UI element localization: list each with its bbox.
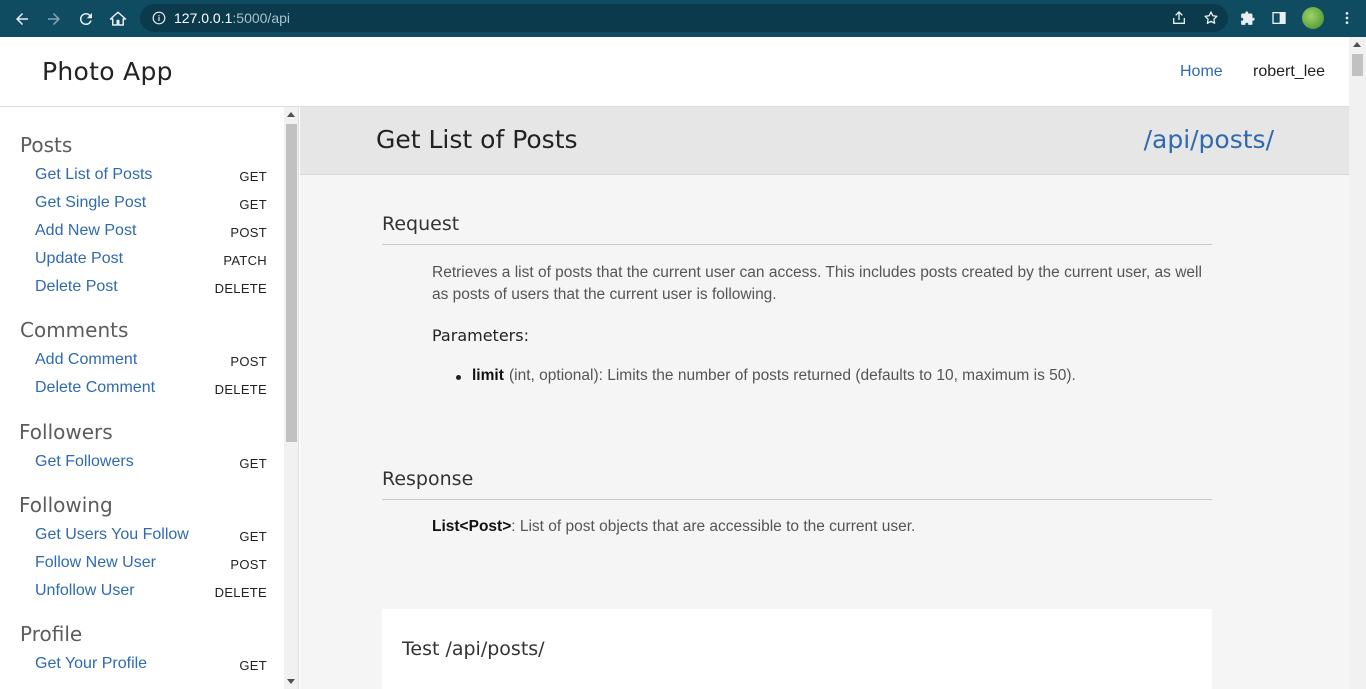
page-scroll-thumb[interactable]: [1352, 54, 1363, 76]
group-title-following: Following: [19, 493, 113, 517]
sidebar-scrollbar[interactable]: [284, 107, 299, 689]
method-label: GET: [239, 169, 267, 184]
brand-logo[interactable]: Photo App: [42, 57, 173, 86]
api-sidebar: Posts Get List of Posts GET Get Single P…: [0, 107, 284, 689]
home-icon: [109, 11, 127, 26]
star-icon: [1204, 11, 1218, 24]
scroll-up-arrow-icon[interactable]: [287, 112, 295, 117]
reload-icon: [79, 12, 92, 25]
sidebar-item-get-your-profile[interactable]: Get Your Profile: [35, 655, 147, 673]
arrow-right-icon: [48, 12, 60, 25]
request-heading: Request: [382, 213, 460, 235]
test-title: Test /api/posts/: [402, 638, 545, 660]
endpoint-panel: Get List of Posts /api/posts/ Request Re…: [300, 107, 1349, 689]
method-label: PATCH: [223, 253, 267, 268]
sidebar-item-follow-new-user[interactable]: Follow New User: [35, 554, 156, 572]
response-divider: [382, 499, 1212, 500]
parameter-description: (int, optional): Limits the number of po…: [509, 367, 1076, 384]
url-path: :5000/api: [232, 10, 290, 26]
share-button[interactable]: [1170, 9, 1188, 27]
share-icon: [1173, 11, 1185, 24]
forward-button[interactable]: [38, 3, 70, 35]
method-label: POST: [230, 225, 267, 240]
puzzle-icon: [1240, 10, 1255, 25]
method-label: GET: [239, 658, 267, 673]
sidebar-item-get-followers[interactable]: Get Followers: [35, 453, 134, 471]
response-type: List<Post>: [432, 518, 512, 535]
method-label: GET: [239, 529, 267, 544]
response-text: : List of post objects that are accessib…: [511, 518, 916, 535]
sidebar-item-delete-post[interactable]: Delete Post: [35, 278, 118, 296]
response-heading: Response: [382, 468, 474, 490]
sidebar-item-update-post[interactable]: Update Post: [35, 250, 123, 268]
arrow-left-icon: [16, 12, 28, 25]
bookmark-button[interactable]: [1202, 9, 1220, 27]
scroll-up-arrow-icon[interactable]: [1353, 42, 1361, 47]
address-bar[interactable]: 127.0.0.1:5000/api: [140, 4, 1228, 32]
browser-toolbar: 127.0.0.1:5000/api: [0, 0, 1366, 37]
side-panel-icon: [1272, 12, 1286, 24]
bullet-icon: [456, 375, 461, 380]
method-label: POST: [230, 557, 267, 572]
sidebar-item-get-users-you-follow[interactable]: Get Users You Follow: [35, 526, 189, 544]
endpoint-title: Get List of Posts: [376, 125, 578, 154]
page-scrollbar[interactable]: [1349, 37, 1366, 689]
scroll-down-arrow-icon[interactable]: [287, 679, 295, 684]
sidebar-item-add-comment[interactable]: Add Comment: [35, 351, 137, 369]
method-label: GET: [239, 456, 267, 471]
group-title-profile: Profile: [20, 622, 83, 646]
request-description: Retrieves a list of posts that the curre…: [432, 264, 1202, 303]
group-title-comments: Comments: [20, 318, 129, 342]
method-label: POST: [230, 354, 267, 369]
home-button[interactable]: [102, 3, 134, 35]
request-divider: [382, 244, 1212, 245]
url-host: 127.0.0.1: [174, 10, 233, 26]
method-label: DELETE: [214, 281, 267, 296]
sidebar-item-unfollow-user[interactable]: Unfollow User: [35, 582, 135, 600]
app-header: Photo App Home robert_lee: [0, 37, 1349, 107]
nav-home-link[interactable]: Home: [1180, 63, 1223, 81]
response-description: List<Post>: List of post objects that ar…: [432, 518, 915, 536]
side-panel-button[interactable]: [1270, 9, 1288, 27]
nav-username: robert_lee: [1253, 63, 1326, 80]
group-title-followers: Followers: [19, 420, 113, 444]
reload-button[interactable]: [70, 3, 102, 35]
info-icon: [152, 11, 166, 25]
sidebar-item-delete-comment[interactable]: Delete Comment: [35, 379, 155, 397]
url-text: 127.0.0.1:5000/api: [174, 10, 290, 26]
sidebar-scroll-thumb[interactable]: [286, 124, 297, 442]
group-title-posts: Posts: [20, 133, 73, 157]
sidebar-item-add-new-post[interactable]: Add New Post: [35, 222, 136, 240]
extensions-button[interactable]: [1238, 9, 1256, 27]
method-label: DELETE: [214, 382, 267, 397]
parameter-name: limit: [472, 367, 504, 384]
test-panel: Test /api/posts/: [382, 609, 1212, 689]
endpoint-header: Get List of Posts /api/posts/: [300, 107, 1349, 175]
sidebar-item-get-single-post[interactable]: Get Single Post: [35, 194, 146, 212]
more-vertical-icon: [1345, 12, 1349, 24]
endpoint-path: /api/posts/: [1143, 125, 1274, 154]
profile-avatar[interactable]: [1302, 7, 1324, 29]
parameters-heading: Parameters:: [432, 326, 529, 345]
back-button[interactable]: [6, 3, 38, 35]
menu-button[interactable]: [1338, 9, 1356, 27]
method-label: GET: [239, 197, 267, 212]
sidebar-item-get-list-of-posts[interactable]: Get List of Posts: [35, 166, 152, 184]
method-label: DELETE: [214, 585, 267, 600]
